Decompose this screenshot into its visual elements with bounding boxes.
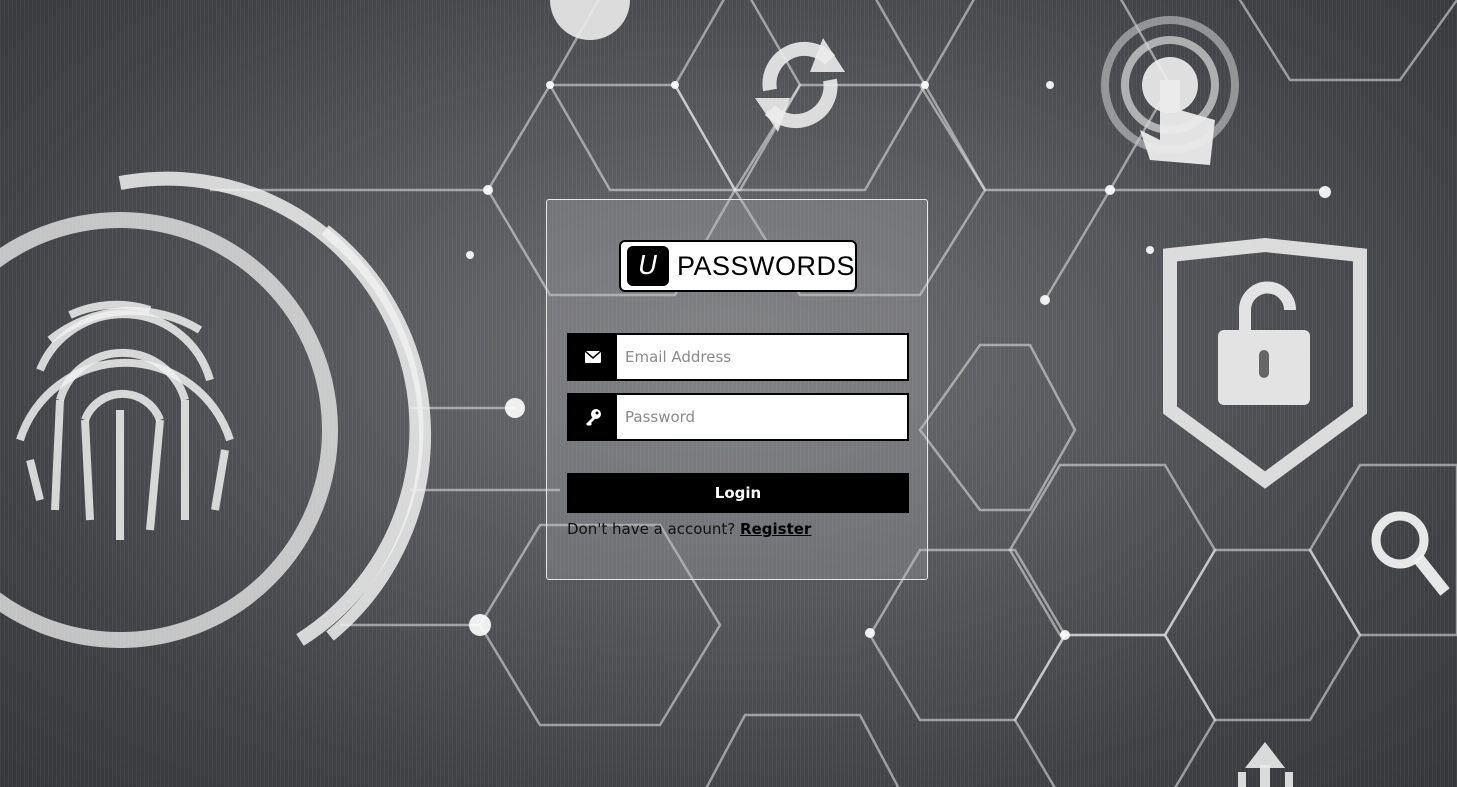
register-line: Don't have a account? Register — [567, 520, 811, 538]
register-prompt: Don't have a account? — [567, 520, 736, 538]
magnifier-icon — [1371, 511, 1450, 596]
register-link[interactable]: Register — [740, 520, 811, 538]
fingerprint-icon — [0, 171, 432, 648]
logo-text: PASSWORDS — [676, 250, 855, 281]
password-input[interactable] — [617, 395, 907, 439]
envelope-icon — [569, 335, 617, 379]
password-field-group — [567, 393, 909, 441]
logo-mark: U — [627, 246, 669, 286]
gear-icon — [550, 0, 630, 40]
key-icon — [569, 395, 617, 439]
shield-lock-icon — [1163, 237, 1367, 489]
login-card: U PASSWORDS Login Don't have a account? … — [546, 199, 928, 580]
login-button[interactable]: Login — [567, 473, 909, 513]
email-field-group — [567, 333, 909, 381]
email-input[interactable] — [617, 335, 907, 379]
logo: U PASSWORDS — [619, 240, 857, 292]
touch-icon — [1101, 16, 1239, 165]
upload-icon — [1238, 742, 1293, 787]
